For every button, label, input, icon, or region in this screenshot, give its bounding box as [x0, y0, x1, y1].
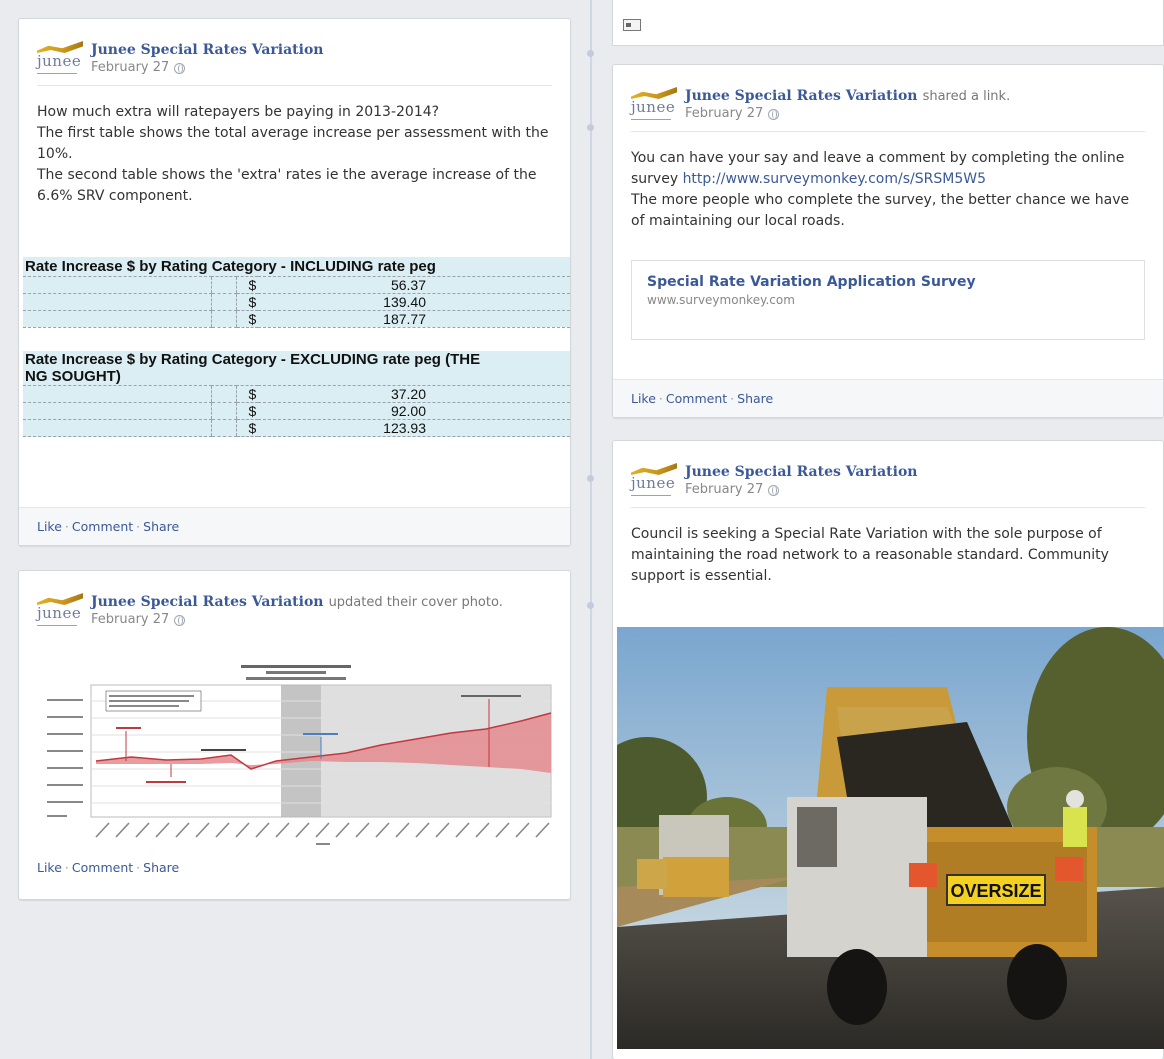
post-actions: Like · Comment · Share — [613, 379, 1163, 417]
page-name-link[interactable]: Junee Special Rates Variation — [685, 88, 917, 104]
link-card-title[interactable]: Special Rate Variation Application Surve… — [647, 274, 1129, 290]
post-actions: Like · Comment · Share — [19, 507, 570, 545]
table-row: $37.20 — [23, 385, 570, 403]
post-line: The second table shows the 'extra' rates… — [37, 166, 537, 204]
share-link[interactable]: Share — [143, 519, 179, 534]
post-line: The first table shows the total average … — [37, 124, 549, 162]
like-link[interactable]: Like — [37, 519, 62, 534]
comment-link[interactable]: Comment — [666, 391, 727, 406]
post-meta: February 27 — [91, 60, 323, 77]
share-link[interactable]: Share — [143, 860, 179, 875]
timeline-connector — [587, 124, 594, 131]
post-date[interactable]: February 27 — [685, 106, 763, 123]
globe-icon — [768, 484, 780, 496]
photo-post: junee Junee Special Rates Variation Febr… — [612, 440, 1164, 1059]
post-action-text: shared a link. — [922, 89, 1011, 104]
road-truck-photo[interactable]: OVERSIZE — [617, 627, 1164, 1049]
timeline-connector — [587, 50, 594, 57]
post-date[interactable]: February 27 — [91, 60, 169, 77]
link-card-domain: www.surveymonkey.com — [647, 292, 795, 307]
post-action-text: updated their cover photo. — [328, 595, 503, 610]
timeline-connector — [587, 602, 594, 609]
globe-icon — [174, 614, 186, 626]
rate-table: Rate Increase $ by Rating Category - INC… — [23, 257, 570, 437]
rates-table-post: junee Junee Special Rates Variation Febr… — [18, 18, 571, 546]
post-header: junee Junee Special Rates Variation shar… — [613, 65, 1163, 123]
previous-post-footer — [612, 0, 1164, 46]
post-actions: Like · Comment · Share — [19, 849, 570, 887]
post-text: How much extra will ratepayers be paying… — [19, 86, 570, 207]
rate-table-image[interactable]: Rate Increase $ by Rating Category - INC… — [23, 257, 571, 437]
oversize-sign-text: OVERSIZE — [950, 881, 1041, 901]
share-link[interactable]: Share — [737, 391, 773, 406]
post-header: junee Junee Special Rates Variation upda… — [19, 571, 570, 629]
table-title: Rate Increase $ by Rating Category - EXC… — [23, 351, 570, 386]
like-link[interactable]: Like — [631, 391, 656, 406]
shared-link-post: junee Junee Special Rates Variation shar… — [612, 64, 1164, 418]
post-text: Council is seeking a Special Rate Variat… — [631, 525, 1109, 584]
table-row: $187.77 — [23, 310, 570, 328]
cover-photo-post: junee Junee Special Rates Variation upda… — [18, 570, 571, 900]
page-logo[interactable]: junee — [631, 85, 681, 121]
page-logo[interactable]: junee — [631, 461, 681, 497]
page-name-link[interactable]: Junee Special Rates Variation — [685, 464, 917, 480]
link-preview-card[interactable]: Special Rate Variation Application Surve… — [631, 259, 1145, 340]
cover-photo-image[interactable] — [41, 661, 561, 861]
post-header: junee Junee Special Rates Variation Febr… — [613, 441, 1163, 499]
table-row: $123.93 — [23, 419, 570, 437]
post-header: junee Junee Special Rates Variation Febr… — [19, 19, 570, 77]
page-logo[interactable]: junee — [37, 591, 87, 627]
logo-text: junee — [37, 52, 82, 70]
page-name-link[interactable]: Junee Special Rates Variation — [91, 42, 323, 58]
survey-link[interactable]: http://www.surveymonkey.com/s/SRSM5W5 — [683, 171, 986, 187]
like-link[interactable]: Like — [37, 860, 62, 875]
post-date[interactable]: February 27 — [685, 482, 763, 499]
table-row: $56.37 — [23, 276, 570, 294]
timeline-connector — [587, 475, 594, 482]
page-name-link[interactable]: Junee Special Rates Variation — [91, 594, 323, 610]
comment-link[interactable]: Comment — [72, 860, 133, 875]
timeline-spine — [590, 0, 592, 1059]
table-row: $92.00 — [23, 402, 570, 420]
post-text: You can have your say and leave a commen… — [631, 149, 1130, 229]
table-row: $139.40 — [23, 293, 570, 311]
comment-link[interactable]: Comment — [72, 519, 133, 534]
page-logo[interactable]: junee — [37, 39, 87, 75]
globe-icon — [768, 108, 780, 120]
table-title: Rate Increase $ by Rating Category - INC… — [23, 257, 570, 277]
post-line: How much extra will ratepayers be paying… — [37, 103, 440, 120]
globe-icon — [174, 62, 186, 74]
post-date[interactable]: February 27 — [91, 612, 169, 629]
photo-icon — [623, 19, 641, 31]
expenditure-chart-image — [41, 661, 561, 861]
